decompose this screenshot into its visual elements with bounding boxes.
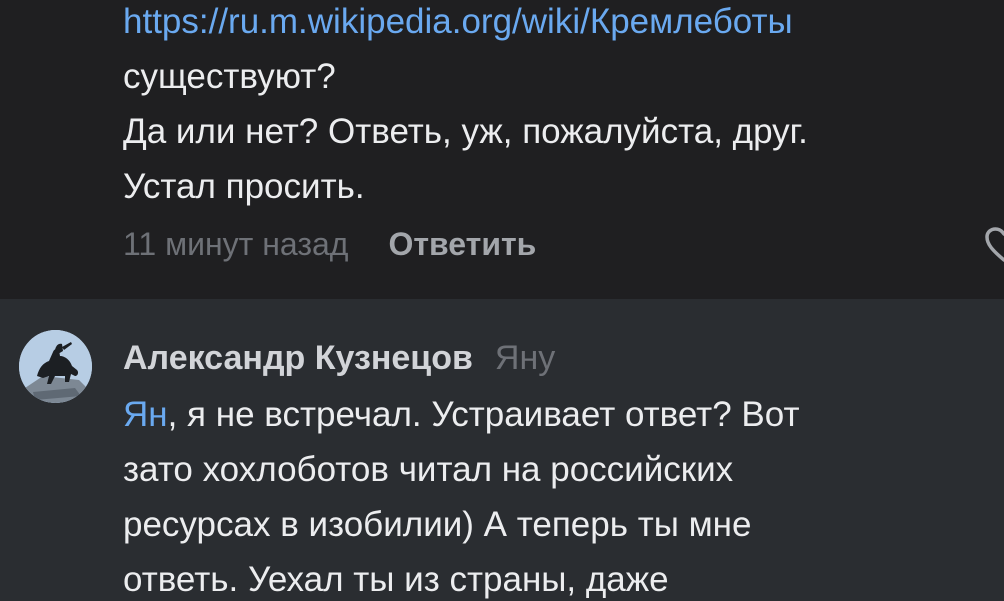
comments-screen: https://ru.m.wikipedia.org/wiki/Кремлебо…	[0, 0, 1004, 601]
comment-text: https://ru.m.wikipedia.org/wiki/Кремлебо…	[123, 0, 808, 214]
comment-header: Александр Кузнецов Яну	[123, 336, 555, 380]
comment-item: Александр Кузнецов Яну Ян, я не встречал…	[0, 299, 1004, 601]
comment-item: https://ru.m.wikipedia.org/wiki/Кремлебо…	[0, 0, 1004, 299]
avatar[interactable]	[19, 330, 92, 403]
comment-timestamp: 11 минут назад	[123, 225, 349, 262]
bronze-horseman-avatar-image	[19, 330, 92, 403]
comment-line: ресурсах в изобилии) А теперь ты мне	[123, 505, 752, 544]
comment-text: Ян, я не встречал. Устраивает ответ? Вот…	[123, 387, 799, 601]
comment-line: существуют?	[123, 57, 336, 96]
comment-line: зато хохлоботов читал на российских	[123, 450, 734, 489]
reply-button[interactable]: Ответить	[388, 226, 536, 263]
author-name[interactable]: Александр Кузнецов	[123, 339, 473, 378]
comment-meta: 11 минут назад Ответить	[123, 222, 536, 266]
reply-to-label[interactable]: Яну	[495, 339, 555, 378]
mention-link[interactable]: Ян	[123, 395, 168, 434]
comment-line: Устал просить.	[123, 167, 365, 206]
comment-line-text: , я не встречал. Устраивает ответ? Вот	[167, 395, 800, 434]
comment-line: ответь. Уехал ты из страны, даже	[123, 560, 669, 599]
comment-line: Ян, я не встречал. Устраивает ответ? Вот	[123, 387, 799, 442]
heart-icon[interactable]	[984, 226, 1004, 264]
wiki-link[interactable]: https://ru.m.wikipedia.org/wiki/Кремлебо…	[123, 2, 793, 41]
comment-line: Да или нет? Ответь, уж, пожалуйста, друг…	[123, 112, 808, 151]
